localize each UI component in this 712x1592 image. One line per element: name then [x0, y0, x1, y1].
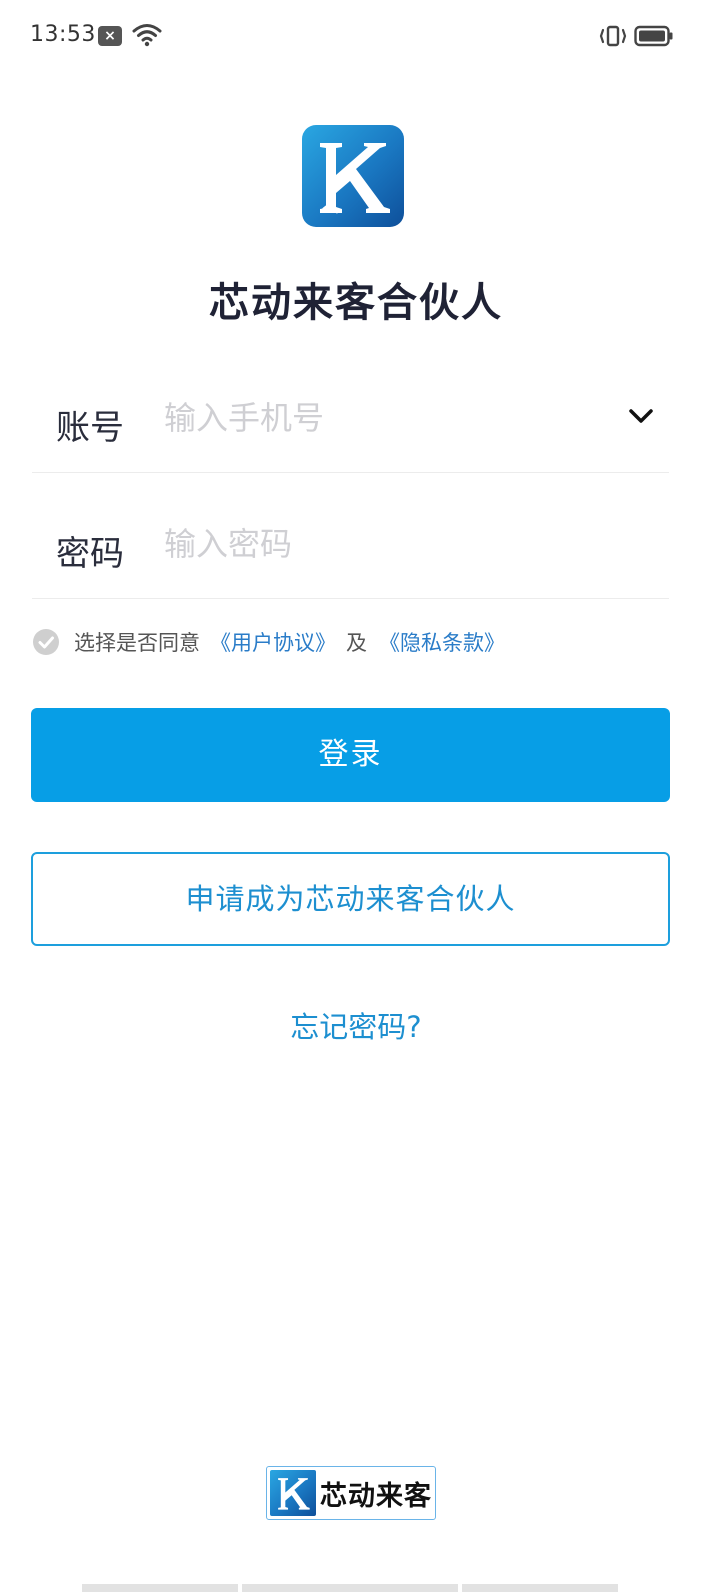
agreement-joiner: 及 [346, 631, 367, 655]
status-time: 13:53 [30, 22, 96, 47]
password-label: 密码 [56, 534, 124, 574]
agreement-row: 选择是否同意 《用户协议》 及 《隐私条款》 [32, 624, 505, 660]
apply-partner-button[interactable]: 申请成为芯动来客合伙人 [31, 852, 670, 946]
nav-hint-left [82, 1584, 238, 1592]
forgot-password-link[interactable]: 忘记密码? [0, 1004, 712, 1046]
account-label: 账号 [56, 408, 124, 448]
agreement-text: 选择是否同意 [74, 631, 200, 655]
vibrate-icon [599, 25, 627, 47]
login-button[interactable]: 登录 [31, 708, 670, 802]
app-title: 芯动来客合伙人 [209, 280, 503, 326]
nav-hint-center [242, 1584, 458, 1592]
account-field-row: 账号 [32, 354, 669, 473]
brand-mark-icon [270, 1470, 316, 1516]
password-input[interactable] [164, 518, 604, 570]
privacy-policy-link[interactable]: 《隐私条款》 [379, 627, 505, 657]
status-bar: 13:53 × [0, 0, 712, 72]
close-notification-icon: × [98, 26, 122, 46]
battery-icon [634, 25, 673, 47]
footer-brand: 芯动来客 [266, 1466, 436, 1520]
check-circle-icon[interactable] [32, 628, 60, 656]
footer-brand-name: 芯动来客 [320, 1480, 432, 1512]
chevron-down-icon[interactable] [627, 406, 655, 426]
app-logo [302, 125, 404, 227]
logo-k-icon [320, 143, 390, 214]
wifi-icon [132, 24, 162, 47]
user-agreement-link[interactable]: 《用户协议》 [210, 627, 336, 657]
account-input[interactable] [164, 392, 604, 444]
password-field-row: 密码 [32, 480, 669, 599]
nav-hint-right [462, 1584, 618, 1592]
